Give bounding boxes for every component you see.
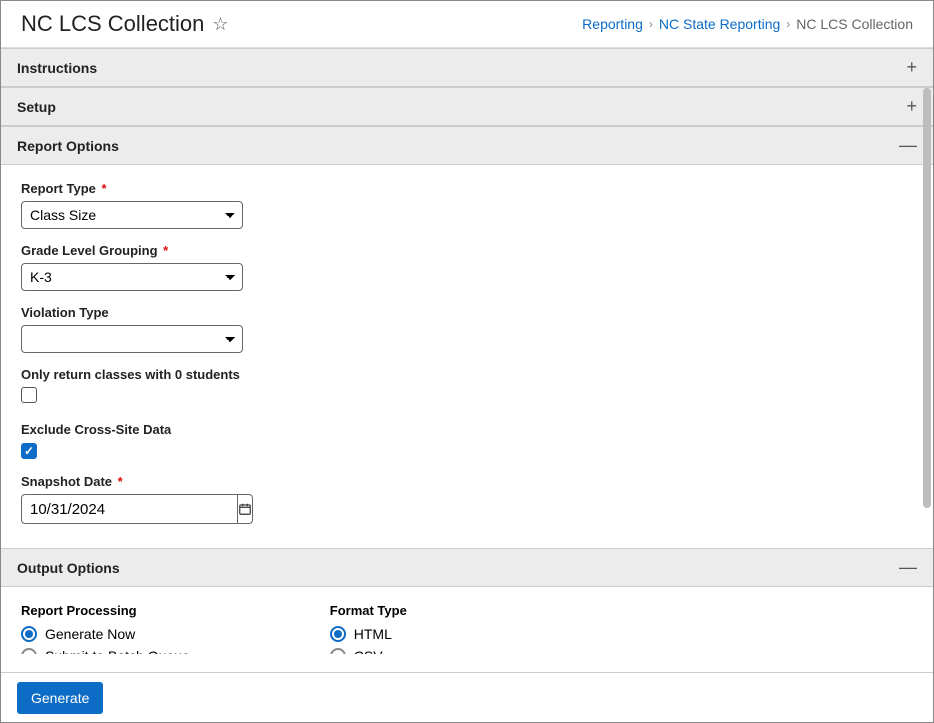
breadcrumb-current: NC LCS Collection [796, 16, 913, 32]
field-report-type: Report Type * Class Size [21, 181, 913, 229]
radio-icon [21, 626, 37, 642]
breadcrumb-reporting[interactable]: Reporting [582, 16, 643, 32]
calendar-button[interactable] [238, 494, 253, 524]
calendar-icon [238, 502, 252, 516]
label-exclude-cross: Exclude Cross-Site Data [21, 422, 913, 437]
breadcrumb-state-reporting[interactable]: NC State Reporting [659, 16, 780, 32]
scrollbar-thumb[interactable] [923, 88, 931, 508]
required-asterisk: * [163, 243, 168, 258]
only-zero-checkbox[interactable] [21, 387, 37, 403]
section-header-report-options[interactable]: Report Options — [1, 127, 933, 165]
generate-button[interactable]: Generate [17, 682, 103, 714]
radio-generate-now[interactable]: Generate Now [21, 626, 190, 642]
violation-type-select[interactable] [21, 325, 243, 353]
label-report-processing: Report Processing [21, 603, 190, 618]
label-format-type: Format Type [330, 603, 407, 618]
chevron-right-icon: › [786, 17, 790, 31]
section-title: Instructions [17, 60, 97, 76]
section-setup: Setup + [1, 87, 933, 126]
plus-icon: + [906, 96, 917, 117]
page-header: NC LCS Collection ☆ Reporting › NC State… [1, 1, 933, 48]
snapshot-date-input[interactable] [21, 494, 238, 524]
grade-level-grouping-select[interactable]: K-3 [21, 263, 243, 291]
minus-icon: — [899, 557, 917, 578]
report-processing-group: Report Processing Generate Now Submit to… [21, 603, 190, 654]
field-violation-type: Violation Type [21, 305, 913, 353]
scrollbar[interactable] [919, 88, 933, 604]
format-type-group: Format Type HTML CSV [330, 603, 407, 654]
label-only-zero: Only return classes with 0 students [21, 367, 913, 382]
radio-icon [21, 648, 37, 654]
radio-csv[interactable]: CSV [330, 648, 407, 654]
exclude-cross-checkbox[interactable] [21, 443, 37, 459]
radio-submit-batch[interactable]: Submit to Batch Queue [21, 648, 190, 654]
label-snapshot-date: Snapshot Date * [21, 474, 913, 489]
section-title: Setup [17, 99, 56, 115]
chevron-right-icon: › [649, 17, 653, 31]
radio-html[interactable]: HTML [330, 626, 407, 642]
content-area: Instructions + Setup + Report Options — … [1, 48, 933, 654]
label-report-type: Report Type * [21, 181, 913, 196]
favorite-star-icon[interactable]: ☆ [212, 14, 228, 35]
report-type-select[interactable]: Class Size [21, 201, 243, 229]
required-asterisk: * [118, 474, 123, 489]
field-only-zero: Only return classes with 0 students [21, 367, 913, 408]
minus-icon: — [899, 135, 917, 156]
section-title: Output Options [17, 560, 120, 576]
required-asterisk: * [102, 181, 107, 196]
breadcrumb: Reporting › NC State Reporting › NC LCS … [582, 16, 913, 32]
radio-icon [330, 648, 346, 654]
section-title: Report Options [17, 138, 119, 154]
section-header-setup[interactable]: Setup + [1, 88, 933, 126]
section-header-instructions[interactable]: Instructions + [1, 49, 933, 87]
label-violation-type: Violation Type [21, 305, 913, 320]
field-grade-level-grouping: Grade Level Grouping * K-3 [21, 243, 913, 291]
field-snapshot-date: Snapshot Date * [21, 474, 913, 524]
output-options-body: Report Processing Generate Now Submit to… [1, 587, 933, 654]
field-exclude-cross: Exclude Cross-Site Data [21, 422, 913, 460]
page-title: NC LCS Collection [21, 11, 204, 37]
report-options-body: Report Type * Class Size Grade Level Gro… [1, 165, 933, 548]
section-report-options: Report Options — Report Type * Class Siz… [1, 126, 933, 548]
radio-icon [330, 626, 346, 642]
section-instructions: Instructions + [1, 48, 933, 87]
action-footer: Generate [1, 672, 933, 722]
label-grade-level-grouping: Grade Level Grouping * [21, 243, 913, 258]
section-output-options: Output Options — Report Processing Gener… [1, 548, 933, 654]
section-header-output-options[interactable]: Output Options — [1, 549, 933, 587]
plus-icon: + [906, 57, 917, 78]
